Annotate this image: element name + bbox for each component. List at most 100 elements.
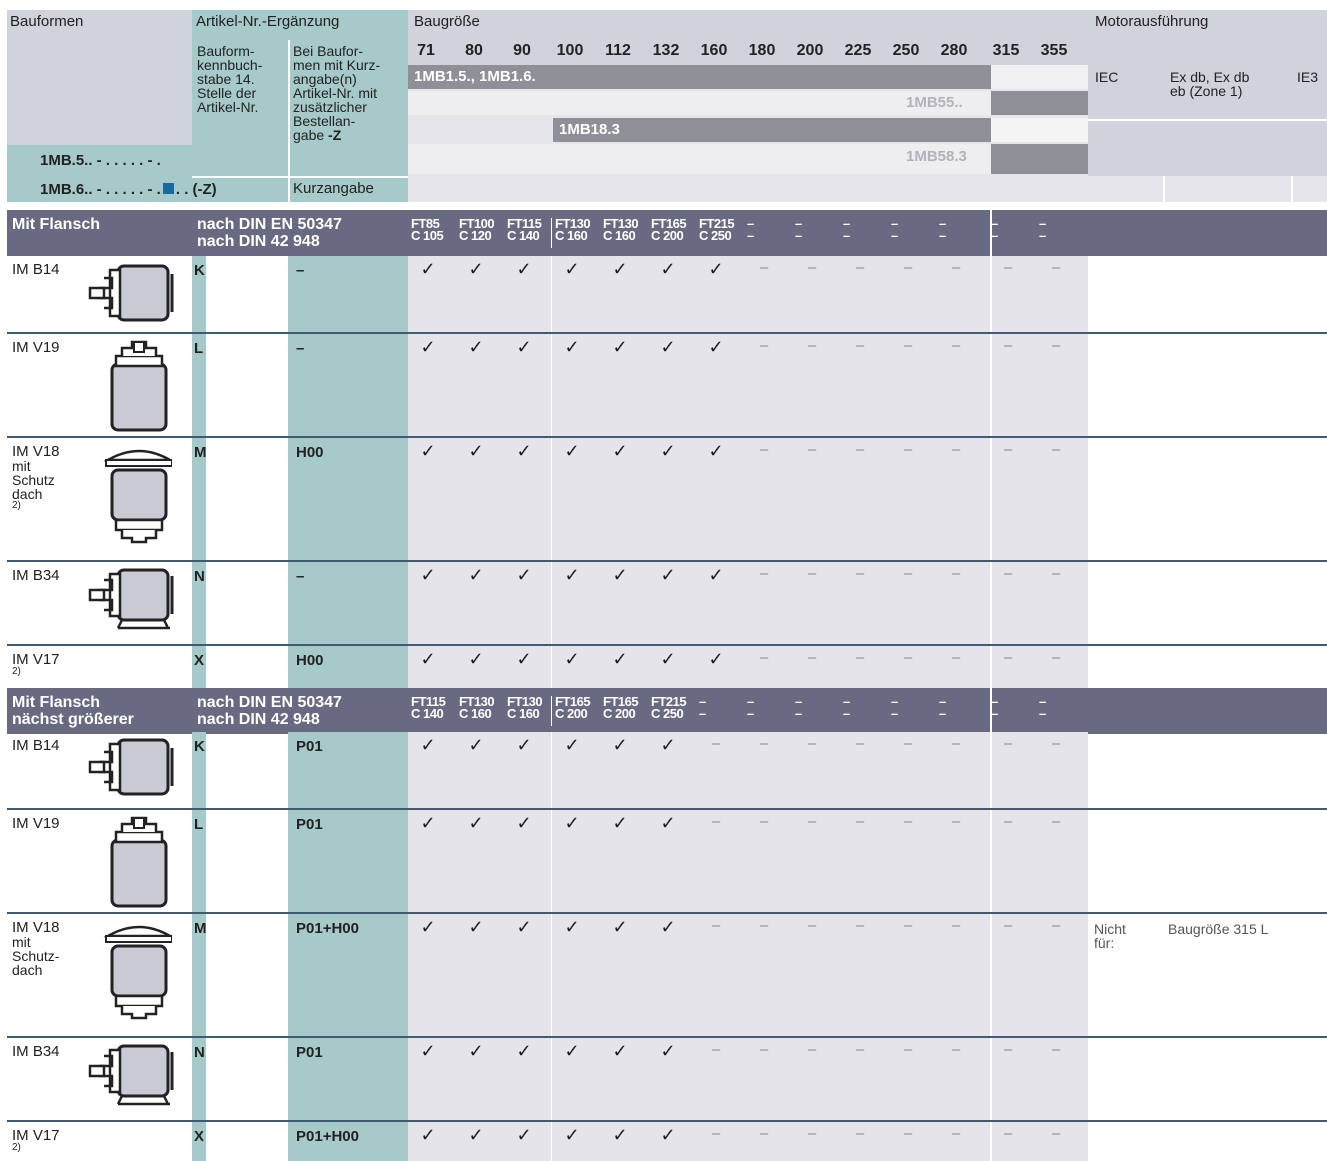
- mark: –: [807, 649, 817, 666]
- divider: [192, 176, 408, 178]
- mark: ✓: [564, 1041, 580, 1061]
- mark: –: [855, 735, 865, 752]
- size-112: 112: [605, 42, 631, 59]
- mark: –: [855, 1041, 865, 1058]
- section-title: Mit Flansch nächst größerer: [12, 694, 134, 728]
- flange-size: FT115 C 140: [411, 694, 446, 721]
- mark: –: [951, 1041, 961, 1058]
- mark: ✓: [468, 565, 484, 585]
- mark: ✓: [612, 1125, 628, 1145]
- bar-1mb58-label: 1MB58.3: [906, 148, 967, 165]
- mark: –: [903, 441, 913, 458]
- mark: ✓: [516, 813, 532, 833]
- section-title: Mit Flansch: [12, 216, 100, 233]
- norm-line: nach DIN 42 948: [197, 233, 320, 250]
- size-280: 280: [940, 42, 968, 59]
- mark: ✓: [468, 735, 484, 755]
- header-kurzangabe: Kurzangabe: [293, 180, 374, 197]
- kurz-col: [288, 562, 408, 644]
- mark: –: [1051, 565, 1061, 582]
- divider: [551, 218, 552, 248]
- row-name: IM V17 2): [12, 652, 60, 677]
- mark: ✓: [660, 565, 676, 585]
- mark: –: [1003, 813, 1013, 830]
- mark: –: [1003, 1041, 1013, 1058]
- mark: –: [855, 337, 865, 354]
- size-160: 160: [700, 42, 728, 59]
- mark: –: [759, 813, 769, 830]
- row-name: IM B34: [12, 1044, 60, 1059]
- mark: ✓: [516, 917, 532, 937]
- kurz-col: [288, 256, 408, 332]
- flange-size: – –: [891, 216, 898, 243]
- row-letter: K: [194, 738, 205, 755]
- header-bei-bauformen: Bei Baufor-men mit Kurz-angabe(n) Artikel…: [293, 43, 381, 143]
- mark: ✓: [420, 649, 436, 669]
- flange-size: – –: [991, 216, 998, 243]
- flange-size: FT165 C 200: [651, 216, 687, 243]
- row-kurzangabe: –: [296, 262, 305, 279]
- mark: ✓: [468, 337, 484, 357]
- row-name-line: dach: [12, 962, 43, 978]
- row-name-line: IM V17: [12, 651, 60, 668]
- mark: –: [1003, 441, 1013, 458]
- flange-size: – –: [843, 694, 850, 721]
- row-name: IM V18 mit Schutz-dach: [12, 920, 60, 977]
- norm-line: nach DIN 42 948: [197, 711, 320, 728]
- row-name: IM V17 2): [12, 1128, 60, 1153]
- mark: ✓: [468, 441, 484, 461]
- bar-bg: [408, 91, 991, 115]
- row-name-line: IM B14: [12, 737, 60, 754]
- mark: –: [1051, 649, 1061, 666]
- mark: ✓: [420, 735, 436, 755]
- mark: ✓: [612, 1041, 628, 1061]
- mark: ✓: [516, 337, 532, 357]
- mark: ✓: [564, 735, 580, 755]
- mark: –: [951, 337, 961, 354]
- mark: ✓: [516, 1125, 532, 1145]
- mark: ✓: [660, 441, 676, 461]
- mark: –: [759, 917, 769, 934]
- mark: ✓: [660, 649, 676, 669]
- size-315: 315: [992, 42, 1020, 59]
- row-name-line: 2): [12, 1142, 21, 1153]
- bar-empty: [991, 118, 1088, 142]
- mark: –: [855, 813, 865, 830]
- mark: –: [855, 917, 865, 934]
- row-letter: N: [194, 568, 205, 585]
- mark: –: [1051, 917, 1061, 934]
- size-71: 71: [417, 42, 435, 59]
- size-132: 132: [652, 42, 680, 59]
- mark: ✓: [420, 565, 436, 585]
- mark: –: [807, 813, 817, 830]
- mark: –: [951, 1125, 961, 1142]
- flange-size: – –: [939, 694, 946, 721]
- size-250: 250: [892, 42, 920, 59]
- flange-size: – –: [891, 694, 898, 721]
- row-letter: M: [194, 444, 207, 461]
- mark: –: [711, 1125, 721, 1142]
- row-name-line: IM B34: [12, 567, 60, 584]
- mark: ✓: [564, 259, 580, 279]
- bar-1mb18: 1MB18.3: [553, 118, 991, 142]
- mark: ✓: [660, 917, 676, 937]
- flange-size: – –: [747, 216, 754, 243]
- mark: –: [1003, 565, 1013, 582]
- row-name: IM B14: [12, 738, 60, 753]
- mark: ✓: [708, 259, 724, 279]
- flange-size: – –: [843, 216, 850, 243]
- mark: ✓: [516, 441, 532, 461]
- mark: ✓: [420, 1125, 436, 1145]
- mark: –: [1003, 649, 1013, 666]
- row-name: IM B14: [12, 262, 60, 277]
- flange-size: FT85 C 105: [411, 216, 444, 243]
- bar-1mb58-fill: [991, 144, 1088, 174]
- header-bauformen: Bauformen: [10, 13, 84, 30]
- mark: –: [903, 813, 913, 830]
- bar-1mb55-label: 1MB55..: [906, 94, 963, 111]
- size-355: 355: [1040, 42, 1068, 59]
- size-80: 80: [465, 42, 483, 59]
- mark: –: [807, 565, 817, 582]
- mark: –: [759, 259, 769, 276]
- bar-empty: [991, 65, 1088, 89]
